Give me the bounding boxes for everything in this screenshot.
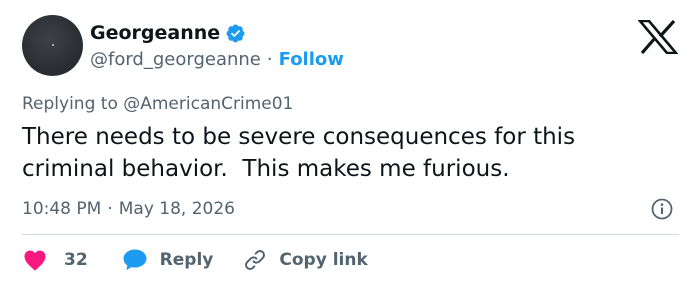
avatar-dot <box>52 44 54 46</box>
handle-separator: · <box>266 49 273 70</box>
reply-label: Reply <box>159 250 214 270</box>
copy-link-button[interactable]: Copy link <box>243 248 368 272</box>
timestamp-row: 10:48 PM · May 18, 2026 <box>22 197 235 221</box>
like-button[interactable]: 32 <box>22 249 88 271</box>
follow-button[interactable]: Follow <box>279 48 344 72</box>
tweet-time[interactable]: 10:48 PM <box>22 197 101 221</box>
like-count: 32 <box>64 250 88 270</box>
copy-link-label: Copy link <box>279 250 368 270</box>
link-icon <box>245 250 266 270</box>
heart-icon <box>24 250 46 271</box>
replying-to[interactable]: Replying to @AmericanCrime01 <box>22 93 293 115</box>
name-row: Georgeanne <box>90 21 246 45</box>
tweet-text: There needs to be severe consequences fo… <box>22 124 576 182</box>
display-name[interactable]: Georgeanne <box>90 21 220 45</box>
speech-bubble-icon <box>123 249 147 270</box>
date-separator: · <box>107 199 113 219</box>
x-logo-icon[interactable] <box>638 20 678 54</box>
action-bar: 32 Reply Copy link <box>22 247 368 273</box>
info-icon[interactable] <box>651 198 673 220</box>
handle-row: @ford_georgeanne · Follow <box>90 48 344 72</box>
user-handle[interactable]: @ford_georgeanne <box>90 48 261 72</box>
divider <box>22 234 679 235</box>
verified-badge-icon <box>226 24 245 42</box>
tweet-date[interactable]: May 18, 2026 <box>119 197 235 221</box>
reply-button[interactable]: Reply <box>122 248 214 272</box>
avatar[interactable] <box>22 15 83 76</box>
